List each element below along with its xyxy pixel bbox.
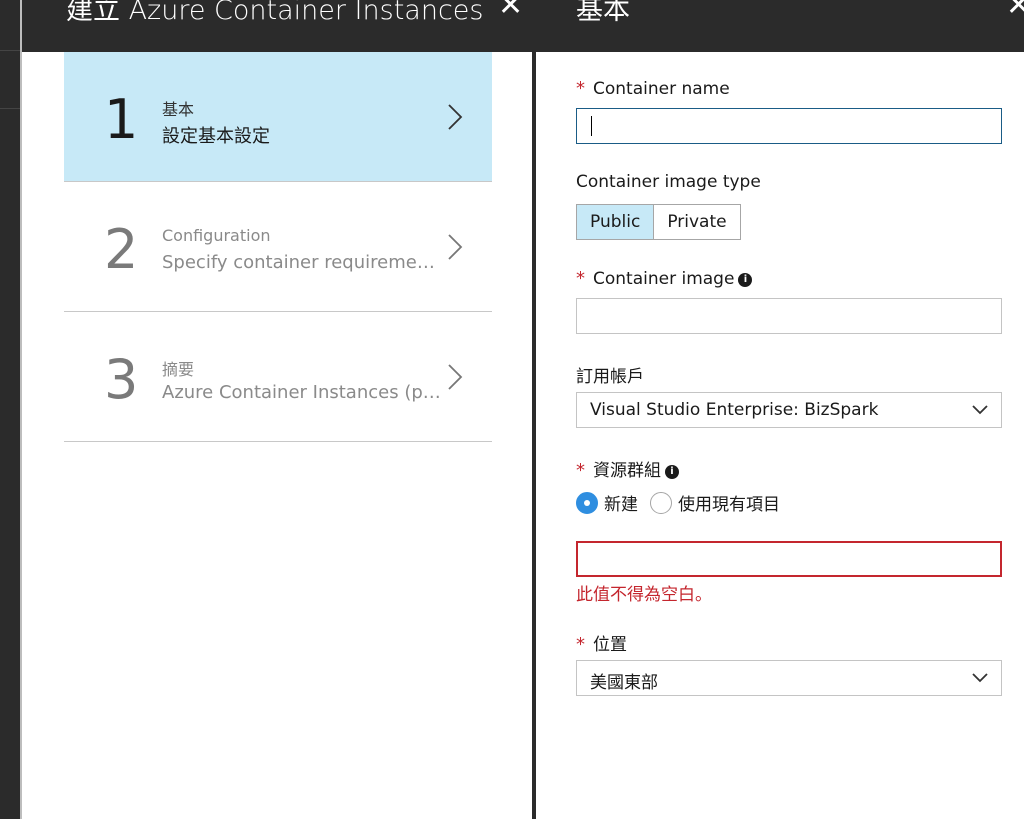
text-caret xyxy=(591,116,592,136)
label-text: 位置 xyxy=(593,635,627,655)
step-number: 3 xyxy=(104,348,139,411)
step-title: Configuration xyxy=(162,226,271,245)
location-label: * 位置 xyxy=(576,630,627,655)
step-number: 2 xyxy=(104,218,139,281)
subscription-label: 訂用帳戶 xyxy=(576,367,644,387)
required-marker: * xyxy=(576,460,585,481)
resource-group-radio-group: 新建 使用現有項目 xyxy=(576,490,792,515)
validation-error-message: 此值不得為空白。 xyxy=(576,585,712,605)
wizard-blade: 建立 Azure Container Instances ... ✕ 1 基本 … xyxy=(20,0,532,819)
image-type-public-button[interactable]: Public xyxy=(576,204,655,240)
wizard-step-3[interactable]: 3 摘要 Azure Container Instances (pre... xyxy=(64,312,492,442)
resource-group-input[interactable] xyxy=(576,541,1002,577)
required-marker: * xyxy=(576,78,585,99)
required-marker: * xyxy=(576,634,585,655)
basics-blade-header: 基本 ✕ xyxy=(536,0,1024,52)
close-icon[interactable]: ✕ xyxy=(1006,0,1024,21)
radio-create-new[interactable]: 新建 xyxy=(576,490,638,515)
basics-blade: 基本 ✕ * Container name Container image typ… xyxy=(536,0,1024,819)
close-icon[interactable]: ✕ xyxy=(498,0,523,21)
resource-group-label: * 資源群組 i xyxy=(576,456,679,481)
radio-label: 新建 xyxy=(604,495,638,515)
wizard-step-1[interactable]: 1 基本 設定基本設定 xyxy=(64,52,492,182)
image-type-label: Container image type xyxy=(576,172,761,192)
step-title: 基本 xyxy=(162,100,195,119)
chevron-down-icon xyxy=(972,405,988,415)
step-subtitle: Specify container requirements xyxy=(162,252,442,273)
wizard-blade-title: 建立 Azure Container Instances ... xyxy=(66,0,486,26)
left-strip xyxy=(0,0,20,819)
subscription-select[interactable]: Visual Studio Enterprise: BizSpark xyxy=(576,392,1002,428)
container-image-label: * Container image i xyxy=(576,268,753,289)
strip-mark xyxy=(0,108,20,109)
portal-root: 建立 Azure Container Instances ... ✕ 1 基本 … xyxy=(0,0,1024,819)
location-value: 美國東部 xyxy=(590,673,658,693)
container-name-label: * Container name xyxy=(576,78,730,99)
radio-indicator xyxy=(650,491,672,514)
info-icon[interactable]: i xyxy=(738,273,753,287)
info-icon[interactable]: i xyxy=(665,465,679,479)
container-name-input[interactable] xyxy=(576,108,1002,144)
label-text: Container name xyxy=(593,79,730,99)
basics-blade-title: 基本 xyxy=(576,0,630,26)
image-type-toggle: Public Private xyxy=(576,204,741,240)
label-text: 資源群組 xyxy=(593,461,661,481)
chevron-down-icon xyxy=(972,673,988,683)
required-marker: * xyxy=(576,268,585,289)
radio-indicator xyxy=(576,491,598,514)
chevron-right-icon xyxy=(448,104,463,130)
strip-mark xyxy=(0,50,20,51)
subscription-value: Visual Studio Enterprise: BizSpark xyxy=(590,400,879,420)
wizard-blade-header: 建立 Azure Container Instances ... ✕ xyxy=(22,0,532,52)
chevron-right-icon xyxy=(448,364,463,390)
radio-label: 使用現有項目 xyxy=(678,495,780,515)
label-text: Container image xyxy=(593,269,735,289)
step-title: 摘要 xyxy=(162,360,195,379)
wizard-step-2[interactable]: 2 Configuration Specify container requir… xyxy=(64,182,492,312)
location-select[interactable]: 美國東部 xyxy=(576,660,1002,696)
image-type-private-button[interactable]: Private xyxy=(654,204,741,240)
step-subtitle: 設定基本設定 xyxy=(162,126,270,147)
chevron-right-icon xyxy=(448,234,463,260)
step-subtitle: Azure Container Instances (pre... xyxy=(162,382,442,403)
step-divider xyxy=(64,441,492,442)
container-image-input[interactable] xyxy=(576,298,1002,334)
radio-use-existing[interactable]: 使用現有項目 xyxy=(650,490,780,515)
step-number: 1 xyxy=(104,88,139,151)
